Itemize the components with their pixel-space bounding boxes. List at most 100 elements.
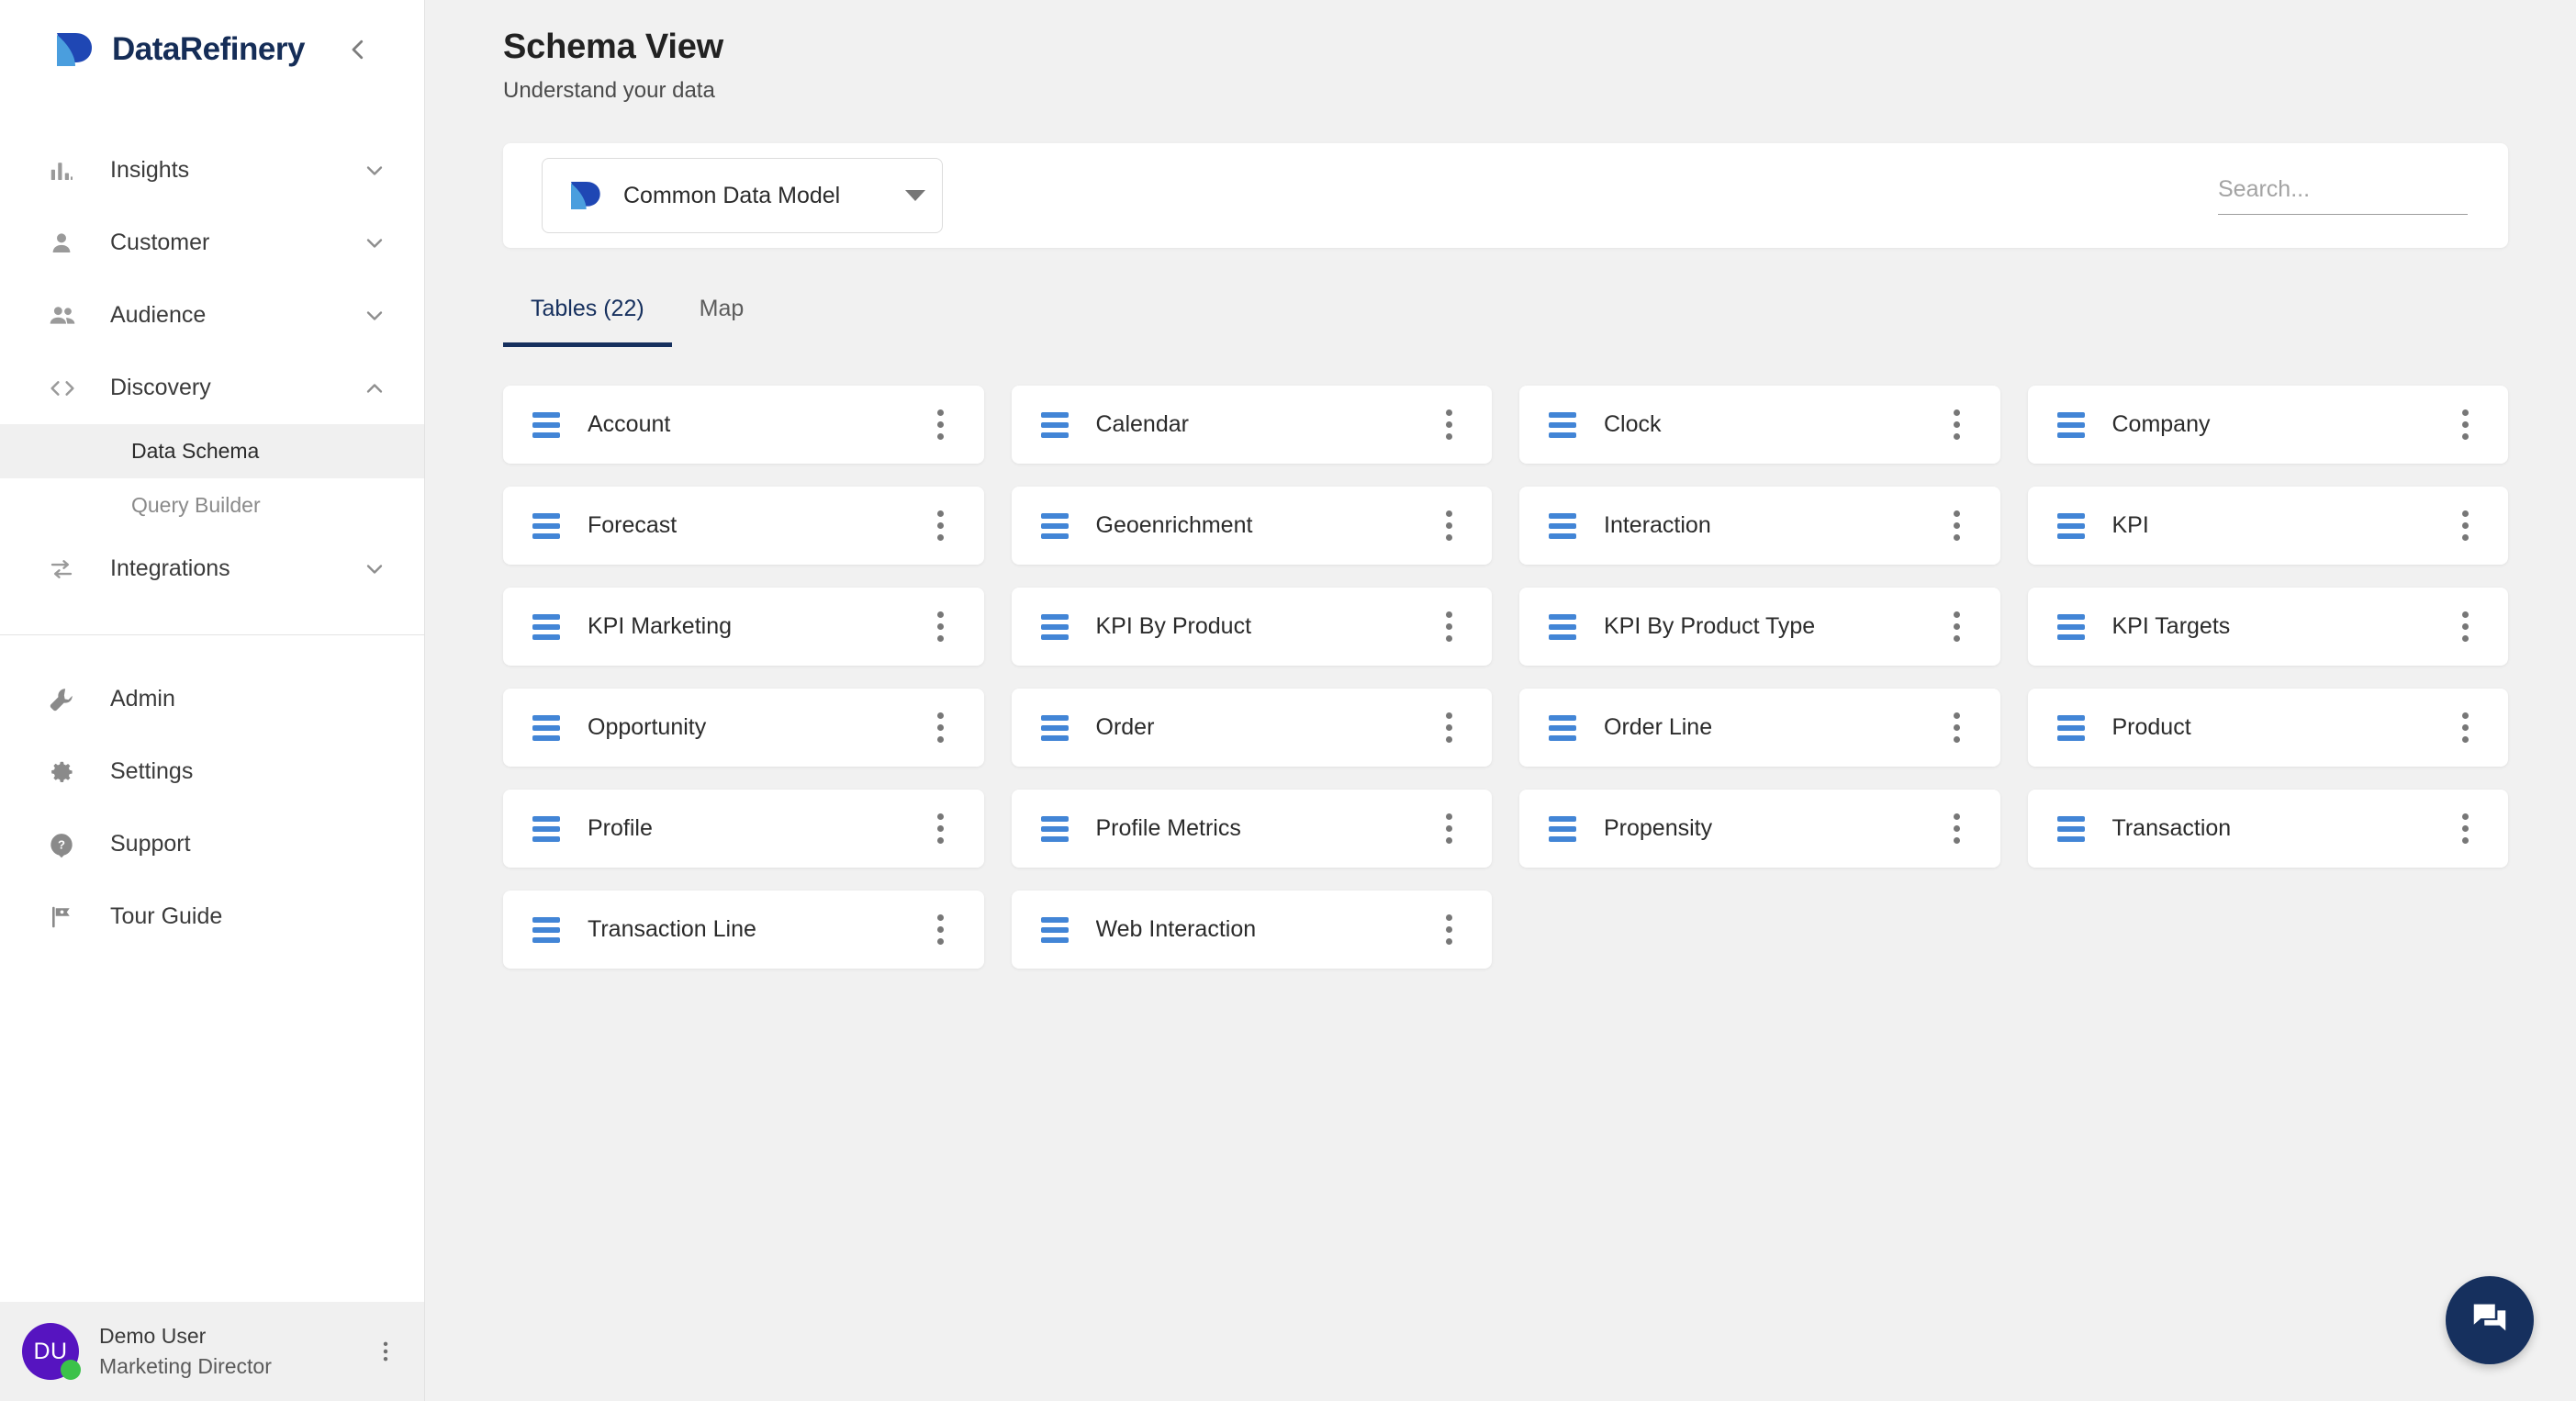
- sidebar-item-discovery[interactable]: Discovery: [0, 352, 424, 424]
- more-vertical-icon[interactable]: [1433, 510, 1464, 541]
- more-vertical-icon[interactable]: [2449, 510, 2481, 541]
- sidebar-item-label: Audience: [110, 302, 207, 328]
- sidebar-subitem-label: Query Builder: [131, 493, 261, 517]
- brand-header: DataRefinery: [0, 0, 424, 99]
- table-card[interactable]: Geoenrichment: [1011, 487, 1492, 565]
- sidebar-item-integrations[interactable]: Integrations: [0, 532, 424, 605]
- sidebar-item-support[interactable]: ? Support: [0, 808, 424, 880]
- more-vertical-icon[interactable]: [2449, 712, 2481, 743]
- more-vertical-icon[interactable]: [1942, 813, 1973, 844]
- table-card[interactable]: Interaction: [1519, 487, 2000, 565]
- table-card-label: Opportunity: [588, 714, 707, 740]
- table-card-label: KPI By Product: [1095, 613, 1252, 639]
- more-vertical-icon[interactable]: [1942, 712, 1973, 743]
- tab-label: Tables (22): [531, 296, 644, 321]
- table-card-label: Profile: [588, 815, 653, 841]
- avatar-initials: DU: [33, 1338, 68, 1364]
- chevron-down-icon: [362, 230, 387, 256]
- tab-label: Map: [699, 296, 745, 321]
- table-card-label: Clock: [1604, 411, 1662, 437]
- search-input[interactable]: [2218, 176, 2468, 203]
- table-card[interactable]: KPI By Product Type: [1519, 588, 2000, 666]
- tables-grid: Account Calendar Clock Company Forecast Geoen…: [503, 386, 2508, 969]
- table-card[interactable]: Profile: [503, 790, 984, 868]
- sidebar-item-tour-guide[interactable]: Tour Guide: [0, 880, 424, 953]
- table-card-label: Forecast: [588, 512, 678, 538]
- table-card[interactable]: Transaction Line: [503, 891, 984, 969]
- sidebar-item-audience[interactable]: Audience: [0, 279, 424, 352]
- tab-map[interactable]: Map: [672, 296, 772, 347]
- sidebar-item-label: Discovery: [110, 375, 211, 400]
- sidebar-item-query-builder[interactable]: Query Builder: [0, 478, 424, 532]
- more-vertical-icon[interactable]: [925, 409, 957, 440]
- user-meta: Demo User Marketing Director: [99, 1321, 353, 1383]
- table-rows-icon: [2056, 815, 2085, 842]
- more-vertical-icon[interactable]: [1433, 813, 1464, 844]
- more-vertical-icon[interactable]: [2449, 409, 2481, 440]
- table-card-label: Calendar: [1095, 411, 1189, 437]
- table-card[interactable]: Order: [1011, 689, 1492, 767]
- table-card[interactable]: Calendar: [1011, 386, 1492, 464]
- more-vertical-icon[interactable]: [2449, 813, 2481, 844]
- table-card[interactable]: Profile Metrics: [1011, 790, 1492, 868]
- more-vertical-icon[interactable]: [1942, 510, 1973, 541]
- table-rows-icon: [1549, 714, 1576, 741]
- table-card[interactable]: Clock: [1519, 386, 2000, 464]
- table-card[interactable]: Transaction: [2027, 790, 2508, 868]
- sidebar-item-insights[interactable]: Insights: [0, 134, 424, 207]
- more-vertical-icon[interactable]: [925, 813, 957, 844]
- gear-icon: [48, 758, 86, 786]
- sidebar: DataRefinery Insights Customer Audience …: [0, 0, 425, 1401]
- table-rows-icon: [2056, 512, 2085, 539]
- more-vertical-icon[interactable]: [1433, 409, 1464, 440]
- more-vertical-icon[interactable]: [1433, 611, 1464, 642]
- table-card-label: KPI: [2111, 512, 2149, 538]
- sidebar-item-admin[interactable]: Admin: [0, 663, 424, 735]
- table-card-label: Interaction: [1604, 512, 1711, 538]
- tab-tables[interactable]: Tables (22): [503, 296, 672, 347]
- table-rows-icon: [1040, 916, 1069, 943]
- table-card[interactable]: Company: [2027, 386, 2508, 464]
- table-rows-icon: [1040, 411, 1069, 438]
- table-rows-icon: [532, 613, 560, 640]
- more-vertical-icon[interactable]: [925, 914, 957, 945]
- data-model-value: Common Data Model: [623, 182, 841, 208]
- sidebar-item-customer[interactable]: Customer: [0, 207, 424, 279]
- search-field: [2218, 176, 2468, 215]
- more-vertical-icon[interactable]: [1433, 914, 1464, 945]
- more-vertical-icon[interactable]: [2449, 611, 2481, 642]
- table-card[interactable]: KPI: [2027, 487, 2508, 565]
- table-card[interactable]: Propensity: [1519, 790, 2000, 868]
- user-profile[interactable]: DU Demo User Marketing Director: [0, 1302, 424, 1401]
- table-rows-icon: [532, 411, 560, 438]
- brand-name: DataRefinery: [112, 31, 305, 67]
- table-card[interactable]: Web Interaction: [1011, 891, 1492, 969]
- page-subtitle: Understand your data: [503, 78, 715, 103]
- chevron-left-icon[interactable]: [340, 31, 376, 68]
- more-vertical-icon[interactable]: [925, 611, 957, 642]
- sync-icon: [48, 555, 86, 583]
- more-vertical-icon[interactable]: [1433, 712, 1464, 743]
- table-card[interactable]: KPI By Product: [1011, 588, 1492, 666]
- table-rows-icon: [2056, 411, 2085, 438]
- chevron-down-icon: [362, 158, 387, 184]
- avatar: DU: [22, 1323, 81, 1380]
- data-model-selector[interactable]: Common Data Model: [542, 158, 943, 233]
- more-vertical-icon[interactable]: [1942, 611, 1973, 642]
- chat-support-button[interactable]: [2446, 1276, 2534, 1364]
- table-card[interactable]: Opportunity: [503, 689, 984, 767]
- table-card[interactable]: KPI Targets: [2027, 588, 2508, 666]
- more-vertical-icon[interactable]: [373, 1339, 398, 1364]
- table-card[interactable]: KPI Marketing: [503, 588, 984, 666]
- table-card[interactable]: Product: [2027, 689, 2508, 767]
- more-vertical-icon[interactable]: [1942, 409, 1973, 440]
- sidebar-item-data-schema[interactable]: Data Schema: [0, 424, 424, 478]
- more-vertical-icon[interactable]: [925, 712, 957, 743]
- table-card-label: Transaction: [2111, 815, 2232, 841]
- sidebar-item-settings[interactable]: Settings: [0, 735, 424, 808]
- table-card[interactable]: Forecast: [503, 487, 984, 565]
- table-card[interactable]: Account: [503, 386, 984, 464]
- more-vertical-icon[interactable]: [925, 510, 957, 541]
- table-card[interactable]: Order Line: [1519, 689, 2000, 767]
- table-card-label: Company: [2111, 411, 2211, 437]
